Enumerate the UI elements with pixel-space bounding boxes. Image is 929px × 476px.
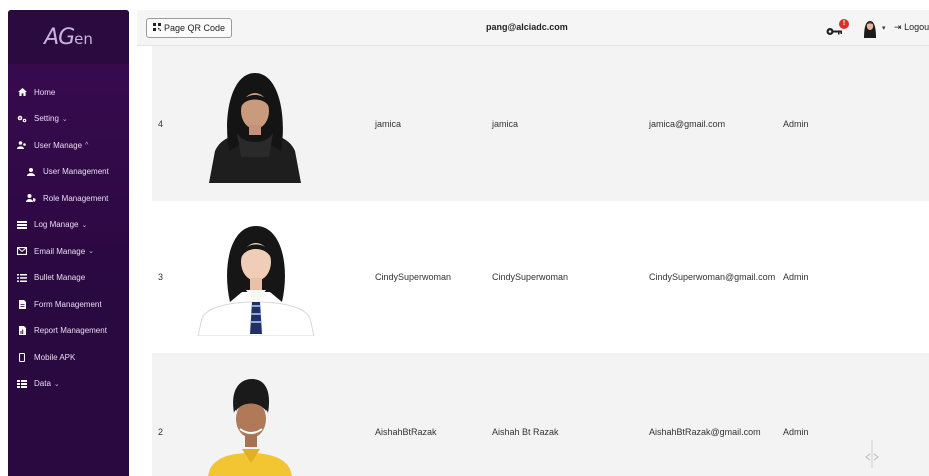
cell-username: AishahBtRazak [375, 427, 437, 437]
sidebar-item-label: Email Manage [34, 246, 86, 256]
user-avatar[interactable] [861, 18, 879, 38]
sidebar-item-role-management[interactable]: Role Management [8, 185, 129, 212]
cell-email: AishahBtRazak@gmail.com [649, 427, 761, 437]
sidebar-item-label: Data [34, 379, 51, 389]
cogs-icon [15, 115, 29, 123]
sidebar-item-label: Bullet Manage [34, 273, 86, 283]
cell-role: Admin [783, 119, 809, 129]
sidebar-item-label: Role Management [43, 193, 109, 203]
log-icon [15, 220, 29, 229]
resize-handle-icon[interactable] [864, 440, 880, 468]
user-table: 4 jamica jamica jamica@gmail.com Admin 3 [152, 46, 929, 476]
sidebar-item-form-management[interactable]: Form Management [8, 291, 129, 318]
sidebar-item-user-management[interactable]: User Management [8, 159, 129, 186]
qrcode-icon [153, 23, 161, 33]
sidebar-item-bullet-manage[interactable]: Bullet Manage [8, 265, 129, 292]
sidebar-nav: Home Setting ⌄ User Manage ^ User Manage… [8, 64, 129, 397]
notification-badge: ! [839, 19, 849, 29]
top-bar: Page QR Code pang@alciadc.com ! ▾ ⇥ Logo… [137, 10, 929, 46]
chevron-down-icon: ⌄ [88, 248, 95, 256]
cell-id: 3 [158, 272, 164, 282]
user-shield-icon [24, 194, 38, 203]
chevron-up-icon: ^ [85, 141, 89, 149]
user-photo [202, 377, 298, 476]
cell-role: Admin [783, 427, 809, 437]
cell-username: jamica [375, 119, 402, 129]
current-user-email: pang@alciadc.com [486, 22, 568, 32]
cell-name: CindySuperwoman [492, 272, 569, 282]
sidebar-item-data[interactable]: Data ⌄ [8, 371, 129, 398]
cell-role: Admin [783, 272, 809, 282]
list-icon [15, 273, 29, 282]
chevron-down-icon: ⌄ [53, 380, 60, 388]
table-row: 4 jamica jamica jamica@gmail.com Admin [152, 46, 929, 201]
sidebar-item-report-management[interactable]: Report Management [8, 318, 129, 345]
mobile-icon [15, 352, 29, 362]
sidebar-item-label: Log Manage [34, 220, 79, 230]
cell-name: jamica [492, 119, 519, 129]
sidebar-item-mobile-apk[interactable]: Mobile APK [8, 344, 129, 371]
data-icon [15, 379, 29, 388]
sidebar-item-label: Setting [34, 114, 59, 124]
cell-id: 4 [158, 119, 164, 129]
file-icon [15, 299, 29, 309]
qr-button-label: Page QR Code [164, 23, 226, 33]
notifications-button[interactable]: ! [826, 19, 850, 37]
user-photo [207, 71, 303, 183]
chevron-down-icon: ⌄ [61, 115, 68, 123]
chevron-down-icon: ⌄ [81, 221, 88, 229]
sidebar-item-email-manage[interactable]: Email Manage ⌄ [8, 238, 129, 265]
cell-id: 2 [158, 427, 164, 437]
sidebar-item-label: Home [34, 87, 56, 97]
user-icon [24, 167, 38, 176]
cell-name: Aishah Bt Razak [492, 427, 559, 437]
table-row: 2 AishahBtRazak Aishah Bt Razak AishahBt… [152, 353, 929, 476]
page-qr-code-button[interactable]: Page QR Code [146, 18, 233, 38]
user-menu-caret-icon[interactable]: ▾ [882, 24, 886, 32]
table-row: 3 CindySuperwoman CindySuperwoman CindyS… [152, 201, 929, 353]
cell-username: CindySuperwoman [375, 272, 452, 282]
sidebar-item-home[interactable]: Home [8, 79, 129, 106]
sidebar: AGen Home Setting ⌄ User Manage ^ User M… [8, 10, 129, 476]
sidebar-item-label: User Management [43, 167, 109, 177]
app-logo[interactable]: AGen [8, 10, 129, 64]
sidebar-item-setting[interactable]: Setting ⌄ [8, 106, 129, 133]
report-icon [15, 326, 29, 336]
sidebar-item-label: Mobile APK [34, 352, 76, 362]
users-icon [15, 141, 29, 150]
envelope-icon [15, 247, 29, 256]
sidebar-item-label: Report Management [34, 326, 107, 336]
home-icon [15, 88, 29, 97]
sidebar-item-label: Form Management [34, 299, 102, 309]
sidebar-item-log-manage[interactable]: Log Manage ⌄ [8, 212, 129, 239]
cell-email: CindySuperwoman@gmail.com [649, 272, 776, 282]
logout-icon: ⇥ [894, 22, 902, 32]
user-photo [196, 222, 316, 336]
sidebar-item-label: User Manage [34, 140, 83, 150]
cell-email: jamica@gmail.com [649, 119, 726, 129]
logout-button[interactable]: ⇥ Logou [894, 22, 929, 33]
logout-label: Logou [904, 22, 929, 32]
sidebar-item-user-manage[interactable]: User Manage ^ [8, 132, 129, 159]
